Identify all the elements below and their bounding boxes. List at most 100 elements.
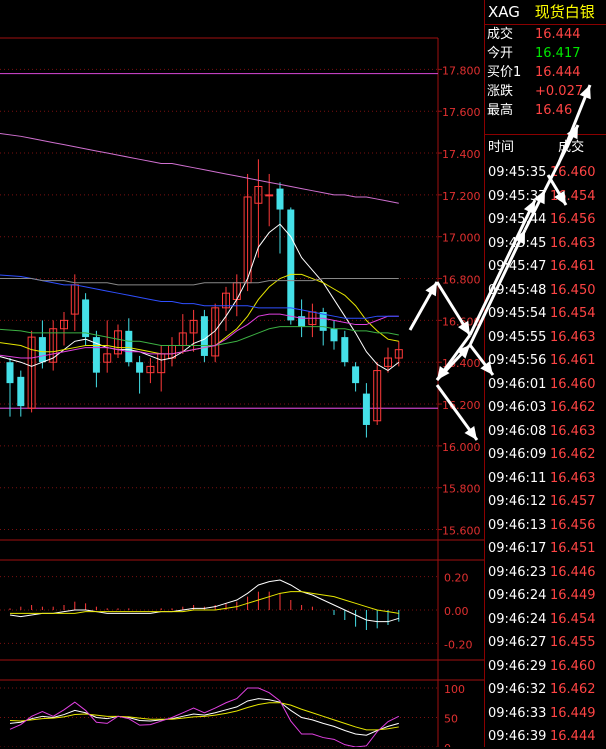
tick-row[interactable]: 09:45:35 16.460 xyxy=(485,161,606,185)
quote-row: 最高 16.46 xyxy=(485,101,606,120)
quote-label: 买价1 xyxy=(487,65,522,80)
tick-price: 16.454 xyxy=(550,188,596,204)
chart-area[interactable]: 17.800 17.600 17.400 17.200 17.000 16.800 16.6… xyxy=(0,0,484,747)
tick-price: 16.462 xyxy=(550,682,596,697)
quote-value: 16.417 xyxy=(535,46,581,61)
macd-dif-line xyxy=(9,579,399,623)
tick-price: 16.449 xyxy=(550,588,596,603)
tick-row[interactable]: 09:46:12 16.457 xyxy=(485,490,606,514)
quote-value: 16.46 xyxy=(535,103,573,118)
tick-price: 16.463 xyxy=(550,329,596,345)
macd-tick-label: 0.20 xyxy=(444,572,469,585)
candle-body xyxy=(330,328,338,342)
kdj-k-line xyxy=(9,698,399,736)
tick-time: 09:45:47 xyxy=(488,259,547,274)
tick-row[interactable]: 09:46:13 16.456 xyxy=(485,514,606,538)
tick-row[interactable]: 09:45:37 16.454 xyxy=(485,185,606,209)
quote-panel: XAG 现货白银 成交 16.444 今开 16.417 买价1 16.444 涨跌 +0.0… xyxy=(484,0,606,747)
tick-price: 16.460 xyxy=(550,165,596,180)
tick-row[interactable]: 09:46:01 16.460 xyxy=(485,373,606,397)
price-tick-label: 17.800 xyxy=(442,64,481,77)
quote-label: 最高 xyxy=(487,103,514,118)
tick-price: 16.456 xyxy=(550,517,596,533)
tick-price: 16.463 xyxy=(550,470,596,486)
ticks-header: 时间 成交 xyxy=(485,135,606,161)
tick-row[interactable]: 09:46:27 16.455 xyxy=(485,631,606,655)
tick-price: 16.460 xyxy=(550,376,596,392)
kline-chart[interactable]: 17.800 17.600 17.400 17.200 17.000 16.800 16.6… xyxy=(0,0,484,747)
quote-row: 今开 16.417 xyxy=(485,44,606,63)
tick-row[interactable]: 09:46:32 16.462 xyxy=(485,678,606,702)
tick-price: 16.462 xyxy=(550,400,596,415)
tick-row[interactable]: 09:46:39 16.444 xyxy=(485,725,606,749)
price-tick-label: 17.200 xyxy=(442,190,481,203)
tick-time: 09:46:39 xyxy=(488,729,547,744)
tick-time: 09:45:56 xyxy=(488,353,547,368)
tick-time: 09:46:12 xyxy=(488,494,547,509)
tick-row[interactable]: 09:46:17 16.451 xyxy=(485,537,606,561)
kdj-tick-label: 50 xyxy=(444,713,458,726)
tick-time: 09:46:09 xyxy=(488,447,547,462)
tick-time: 09:46:11 xyxy=(488,470,547,486)
tick-price: 16.450 xyxy=(550,282,596,298)
tick-row[interactable]: 09:46:09 16.462 xyxy=(485,443,606,467)
tick-row[interactable]: 09:45:55 16.463 xyxy=(485,326,606,350)
tick-time: 09:45:48 xyxy=(488,282,547,298)
tick-row[interactable]: 09:46:33 16.449 xyxy=(485,702,606,726)
tick-time: 09:46:23 xyxy=(488,564,547,580)
quote-row: 涨跌 +0.027 xyxy=(485,82,606,101)
tick-time: 09:45:54 xyxy=(488,306,547,321)
tick-row[interactable]: 09:46:08 16.463 xyxy=(485,420,606,444)
tick-row[interactable]: 09:46:29 16.460 xyxy=(485,655,606,679)
price-tick-label: 16.800 xyxy=(442,274,481,287)
tick-time: 09:45:35 xyxy=(488,165,547,180)
tick-row[interactable]: 09:45:54 16.454 xyxy=(485,302,606,326)
candle-body xyxy=(6,362,14,384)
candle-body xyxy=(362,393,370,425)
quote-row: 成交 16.444 xyxy=(485,25,606,44)
quote-row: 买价1 16.444 xyxy=(485,63,606,82)
price-tick-label: 16.600 xyxy=(442,315,481,328)
ticks-header-time: 时间 xyxy=(488,140,515,155)
tick-price: 16.454 xyxy=(550,611,596,627)
tick-price: 16.460 xyxy=(550,658,596,674)
tick-row[interactable]: 09:45:45 16.463 xyxy=(485,232,606,256)
tick-row[interactable]: 09:45:56 16.461 xyxy=(485,349,606,373)
tick-time: 09:46:13 xyxy=(488,517,547,533)
tick-list[interactable]: 09:45:35 16.460 09:45:37 16.454 09:45:44 16.4… xyxy=(485,161,606,749)
candle-body xyxy=(341,337,349,363)
tick-price: 16.451 xyxy=(550,541,596,556)
quote-label: 成交 xyxy=(487,27,514,42)
tick-price: 16.446 xyxy=(550,564,596,580)
price-tick-label: 17.400 xyxy=(442,148,481,161)
price-tick-label: 17.000 xyxy=(442,232,481,245)
tick-row[interactable]: 09:45:44 16.456 xyxy=(485,208,606,232)
price-tick-label: 15.800 xyxy=(442,483,481,496)
tick-row[interactable]: 09:46:11 16.463 xyxy=(485,467,606,491)
tick-row[interactable]: 09:46:24 16.454 xyxy=(485,608,606,632)
candle-body xyxy=(352,366,360,384)
symbol-code: XAG xyxy=(488,3,520,21)
symbol-header: XAG 现货白银 xyxy=(485,0,606,24)
quote-rows: 成交 16.444 今开 16.417 买价1 16.444 涨跌 +0.027 最高 16.46 xyxy=(485,25,606,120)
price-tick-label: 16.200 xyxy=(442,399,481,412)
candle-body xyxy=(265,194,274,197)
quote-value: +0.027 xyxy=(535,84,584,99)
tick-time: 09:45:55 xyxy=(488,329,547,345)
tick-time: 09:46:08 xyxy=(488,423,547,439)
tick-time: 09:45:37 xyxy=(488,188,547,204)
tick-row[interactable]: 09:46:23 16.446 xyxy=(485,561,606,585)
tick-time: 09:46:24 xyxy=(488,611,547,627)
tick-price: 16.456 xyxy=(550,212,596,227)
candle-body xyxy=(17,376,25,407)
tick-price: 16.461 xyxy=(550,353,596,368)
tick-row[interactable]: 09:45:47 16.461 xyxy=(485,255,606,279)
candle-body xyxy=(276,188,284,210)
candle-body xyxy=(38,337,46,363)
tick-row[interactable]: 09:45:48 16.450 xyxy=(485,279,606,303)
tick-row[interactable]: 09:46:24 16.449 xyxy=(485,584,606,608)
tick-time: 09:46:32 xyxy=(488,682,547,697)
candle-body xyxy=(82,299,90,338)
tick-row[interactable]: 09:46:03 16.462 xyxy=(485,396,606,420)
tick-price: 16.455 xyxy=(550,635,596,650)
